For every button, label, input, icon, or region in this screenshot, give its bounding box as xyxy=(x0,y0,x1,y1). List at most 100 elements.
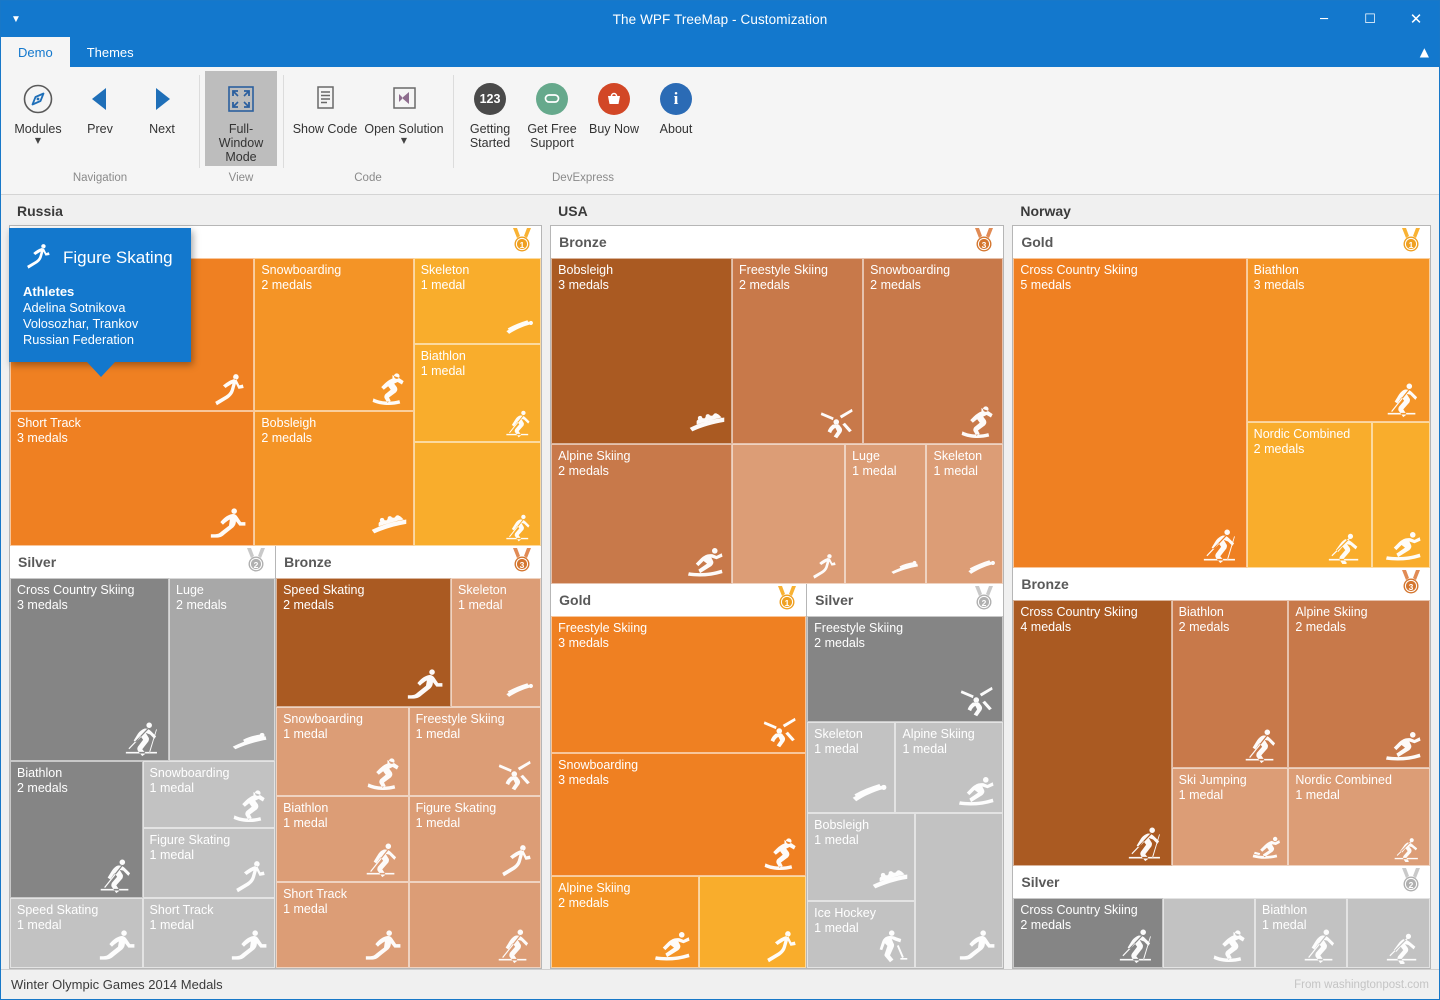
treemap-tile[interactable]: Snowboarding2 medals xyxy=(254,258,413,411)
treemap-tile[interactable] xyxy=(1347,898,1430,968)
treemap-tile[interactable] xyxy=(699,876,806,968)
tile-sport-label: Skeleton xyxy=(927,445,1002,464)
treemap-tile[interactable]: Cross Country Skiing2 medals xyxy=(1013,898,1163,968)
close-button[interactable]: ✕ xyxy=(1393,1,1439,37)
tile-medal-count: 1 medal xyxy=(277,902,408,917)
treemap-tile[interactable] xyxy=(1163,898,1255,968)
treemap-tile[interactable]: Freestyle Skiing3 medals xyxy=(551,616,806,753)
treemap-tile[interactable]: Freestyle Skiing2 medals xyxy=(732,258,863,444)
treemap-tile[interactable]: Cross Country Skiing4 medals xyxy=(1013,600,1171,866)
get-free-support-button[interactable]: Get Free Support xyxy=(521,71,583,152)
treemap-tile[interactable]: Biathlon1 medal xyxy=(414,344,541,442)
cart-icon xyxy=(598,78,630,120)
treemap-tile[interactable]: Figure Skating1 medal xyxy=(409,796,542,882)
treemap-tile[interactable]: Biathlon2 medals xyxy=(10,761,143,898)
treemap-tile[interactable]: Short Track3 medals xyxy=(10,411,254,546)
treemap-tile[interactable]: Snowboarding1 medal xyxy=(276,707,409,797)
treemap-tile[interactable]: Biathlon1 medal xyxy=(1255,898,1347,968)
alpine-icon xyxy=(655,926,693,964)
treemap-tile[interactable]: Alpine Skiing1 medal xyxy=(895,722,1003,814)
treemap-tile[interactable]: Cross Country Skiing3 medals xyxy=(10,578,169,761)
treemap-tile[interactable]: Biathlon1 medal xyxy=(276,796,409,882)
tile-sport-label: Biathlon xyxy=(415,345,540,364)
treemap-tile[interactable]: Biathlon3 medals xyxy=(1247,258,1430,422)
tile-sport-label: Alpine Skiing xyxy=(896,723,1002,742)
treemap-tile[interactable]: Nordic Combined1 medal xyxy=(1288,768,1430,866)
treemap-tile[interactable]: Luge1 medal xyxy=(845,444,926,584)
ribbon-group-view-label: View xyxy=(199,170,283,194)
tile-sport-label: Cross Country Skiing xyxy=(11,579,168,598)
treemap-tile[interactable]: Speed Skating2 medals xyxy=(276,578,451,707)
open-solution-chevron-down-icon[interactable]: ▼ xyxy=(401,136,407,145)
modules-button[interactable]: Modules ▼ xyxy=(7,71,69,147)
tile-medal-count: 1 medal xyxy=(1173,788,1288,803)
getting-started-button[interactable]: 123 Getting Started xyxy=(459,71,521,152)
tab-themes[interactable]: Themes xyxy=(70,37,151,67)
treemap-tile[interactable]: Alpine Skiing2 medals xyxy=(551,876,699,968)
treemap-tile[interactable]: Skeleton1 medal xyxy=(926,444,1003,584)
alpine-icon xyxy=(959,771,997,809)
treemap-tile[interactable]: Skeleton1 medal xyxy=(807,722,895,814)
treemap-tile[interactable] xyxy=(409,882,542,968)
biathlon-icon xyxy=(365,840,403,878)
treemap-tile[interactable]: Freestyle Skiing1 medal xyxy=(409,707,542,797)
treemap-tile[interactable] xyxy=(732,444,845,584)
buy-now-button[interactable]: Buy Now xyxy=(583,71,645,138)
tile-medal-count: 2 medals xyxy=(11,781,142,796)
snowboarding-icon xyxy=(370,369,408,407)
medal-group-tiles: Bobsleigh3 medalsAlpine Skiing2 medalsFr… xyxy=(551,258,1003,584)
treemap-tile[interactable]: Short Track1 medal xyxy=(276,882,409,968)
svg-text:3: 3 xyxy=(1409,582,1414,592)
treemap-tile[interactable]: Cross Country Skiing5 medals xyxy=(1013,258,1246,568)
treemap-tile[interactable]: Freestyle Skiing2 medals xyxy=(807,616,1003,722)
country-title: Norway xyxy=(1012,201,1431,225)
treemap-tile[interactable]: Skeleton1 medal xyxy=(414,258,541,344)
tile-sport-label: Figure Skating xyxy=(410,797,541,816)
open-solution-button[interactable]: Open Solution ▼ xyxy=(361,71,447,147)
tile-medal-count: 2 medals xyxy=(1173,620,1288,635)
maximize-button[interactable]: ☐ xyxy=(1347,1,1393,37)
show-code-button[interactable]: Show Code xyxy=(289,71,361,138)
about-button[interactable]: i About xyxy=(645,71,707,138)
tab-demo[interactable]: Demo xyxy=(1,37,70,67)
treemap-tile[interactable] xyxy=(915,813,1003,968)
treemap-tile[interactable]: Snowboarding2 medals xyxy=(863,258,1003,444)
treemap-tile[interactable]: Bobsleigh3 medals xyxy=(551,258,732,444)
treemap-tile[interactable]: Figure Skating1 medal xyxy=(143,828,276,898)
medal-3-icon: 3 xyxy=(511,547,533,578)
treemap-tile[interactable]: Alpine Skiing2 medals xyxy=(1288,600,1430,768)
ice-hockey-icon xyxy=(871,926,909,964)
medal-group-tiles: Cross Country Skiing3 medalsLuge2 medals… xyxy=(10,578,275,968)
modules-chevron-down-icon[interactable]: ▼ xyxy=(35,136,41,145)
ski-jumping-icon xyxy=(1252,832,1282,862)
treemap-tile[interactable]: Skeleton1 medal xyxy=(451,578,541,707)
treemap-tile[interactable]: Short Track1 medal xyxy=(143,898,276,968)
svg-text:2: 2 xyxy=(254,560,259,570)
ribbon-collapse-chevron-up-icon[interactable]: ▲ xyxy=(1420,45,1429,59)
treemap-tile[interactable]: Bobsleigh2 medals xyxy=(254,411,413,546)
tile-medal-count: 2 medals xyxy=(733,278,862,293)
treemap-tile[interactable]: Luge2 medals xyxy=(169,578,275,761)
treemap-tile[interactable]: Snowboarding1 medal xyxy=(143,761,276,827)
treemap-tile[interactable]: Speed Skating1 medal xyxy=(10,898,143,968)
treemap-tile[interactable] xyxy=(1372,422,1430,568)
tile-medal-count: 2 medals xyxy=(1289,620,1429,635)
treemap-tile[interactable]: Bobsleigh1 medal xyxy=(807,813,915,901)
treemap-tile[interactable]: Alpine Skiing2 medals xyxy=(551,444,732,584)
treemap-tile[interactable]: Ice Hockey1 medal xyxy=(807,901,915,968)
treemap-tile[interactable]: Biathlon2 medals xyxy=(1172,600,1289,768)
next-button[interactable]: Next xyxy=(131,71,193,138)
tile-sport-label: Cross Country Skiing xyxy=(1014,601,1170,620)
tile-sport-label: Short Track xyxy=(11,412,253,431)
ribbon-group-navigation-label: Navigation xyxy=(1,170,199,194)
treemap-tile[interactable] xyxy=(414,442,541,546)
prev-button[interactable]: Prev xyxy=(69,71,131,138)
treemap-tile[interactable]: Nordic Combined2 medals xyxy=(1247,422,1372,568)
minimize-button[interactable]: ─ xyxy=(1301,1,1347,37)
medal-group-title: Bronze xyxy=(284,554,331,570)
treemap-tile[interactable]: Snowboarding3 medals xyxy=(551,753,806,876)
medal-group-title: Gold xyxy=(559,592,591,608)
tile-sport-label: Freestyle Skiing xyxy=(552,617,805,636)
full-window-mode-button[interactable]: Full-Window Mode xyxy=(205,71,277,166)
treemap-tile[interactable]: Ski Jumping1 medal xyxy=(1172,768,1289,866)
